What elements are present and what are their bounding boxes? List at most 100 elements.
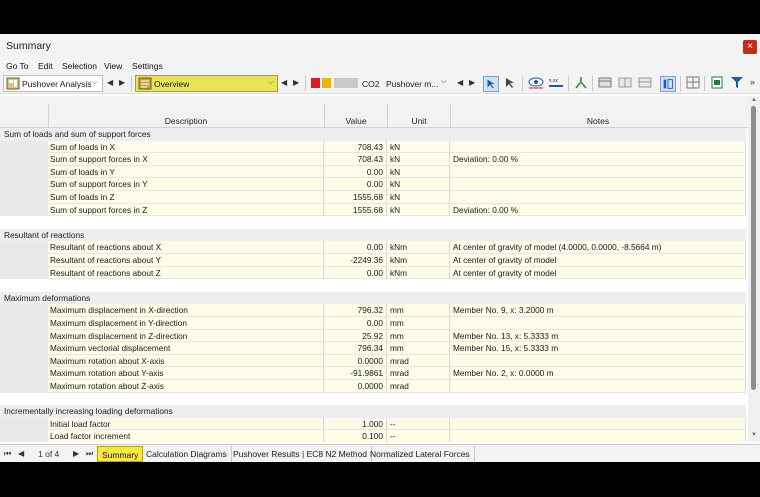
- next-arrow-icon[interactable]: ▶: [469, 78, 475, 87]
- description-cell[interactable]: Load factor increment: [48, 430, 324, 442]
- table-columns-icon[interactable]: [598, 76, 612, 89]
- value-cell[interactable]: -2249.36: [324, 254, 387, 267]
- pick-object-icon[interactable]: [503, 76, 517, 89]
- filter-icon[interactable]: [730, 76, 744, 89]
- notes-cell[interactable]: [450, 354, 746, 368]
- prev-arrow-icon[interactable]: ◀: [281, 78, 287, 87]
- unit-cell[interactable]: kN: [387, 203, 450, 217]
- header-description[interactable]: Description: [48, 116, 324, 126]
- unit-cell[interactable]: mm: [387, 304, 450, 317]
- table-insert-icon[interactable]: [618, 76, 632, 89]
- tab-pushover-results-ec8-n2-method[interactable]: Pushover Results | EC8 N2 Method: [229, 446, 373, 462]
- notes-cell[interactable]: At center of gravity of model (4.0000, 0…: [450, 241, 746, 254]
- more-icon[interactable]: »: [750, 77, 755, 87]
- menu-go-to[interactable]: Go To: [6, 61, 29, 71]
- menu-settings[interactable]: Settings: [132, 61, 163, 71]
- unit-cell[interactable]: mm: [387, 342, 450, 355]
- description-cell[interactable]: Sum of support forces in Z: [48, 203, 324, 217]
- unit-cell[interactable]: mrad: [387, 367, 450, 380]
- description-cell[interactable]: Maximum rotation about X-axis: [48, 354, 324, 368]
- value-cell[interactable]: 0.00: [324, 178, 387, 191]
- scrollbar-thumb[interactable]: [751, 106, 756, 390]
- unit-cell[interactable]: kN: [387, 153, 450, 166]
- tab-calculation-diagrams[interactable]: Calculation Diagrams: [142, 446, 232, 462]
- value-cell[interactable]: 796.32: [324, 304, 387, 317]
- analysis-dropdown[interactable]: Pushover Analysis ⌵: [3, 75, 103, 92]
- notes-cell[interactable]: [450, 317, 746, 330]
- value-cell[interactable]: 1555.68: [324, 203, 387, 217]
- description-cell[interactable]: Maximum rotation about Y-axis: [48, 367, 324, 380]
- value-cell[interactable]: 0.0000: [324, 354, 387, 368]
- unit-cell[interactable]: kNm: [387, 254, 450, 267]
- unit-cell[interactable]: mrad: [387, 380, 450, 393]
- notes-cell[interactable]: [450, 430, 746, 442]
- description-cell[interactable]: Initial load factor: [48, 417, 324, 431]
- unit-cell[interactable]: mrad: [387, 354, 450, 368]
- header-value[interactable]: Value: [325, 116, 387, 126]
- value-cell[interactable]: 1.000: [324, 417, 387, 431]
- load-combination-dropdown[interactable]: CO2 Pushover m... ⌵: [309, 75, 455, 92]
- prev-page-icon[interactable]: ◀: [18, 449, 24, 458]
- scroll-up-icon[interactable]: ▲: [751, 97, 757, 103]
- value-labels-icon[interactable]: x.xx: [548, 76, 564, 89]
- description-cell[interactable]: Sum of loads in X: [48, 140, 324, 154]
- value-cell[interactable]: 25.92: [324, 329, 387, 343]
- unit-cell[interactable]: kNm: [387, 241, 450, 254]
- close-button[interactable]: ×: [743, 40, 757, 54]
- unit-cell[interactable]: kN: [387, 140, 450, 154]
- table-export-icon[interactable]: [638, 76, 652, 89]
- value-cell[interactable]: 0.00: [324, 266, 387, 280]
- notes-cell[interactable]: Member No. 15, x: 5.3333 m: [450, 342, 746, 355]
- notes-cell[interactable]: At center of gravity of model: [450, 266, 746, 280]
- value-cell[interactable]: 1555.68: [324, 191, 387, 204]
- unit-cell[interactable]: --: [387, 430, 450, 442]
- select-pointer-icon[interactable]: [483, 76, 499, 92]
- notes-cell[interactable]: [450, 380, 746, 393]
- description-cell[interactable]: Resultant of reactions about Y: [48, 254, 324, 267]
- unit-cell[interactable]: --: [387, 417, 450, 431]
- header-unit[interactable]: Unit: [388, 116, 450, 126]
- notes-cell[interactable]: Deviation: 0.00 %: [450, 153, 746, 166]
- menu-selection[interactable]: Selection: [62, 61, 97, 71]
- notes-cell[interactable]: [450, 165, 746, 179]
- description-cell[interactable]: Maximum displacement in X-direction: [48, 304, 324, 317]
- prev-arrow-icon[interactable]: ◀: [107, 78, 113, 87]
- export-excel-icon[interactable]: [710, 76, 724, 89]
- notes-cell[interactable]: Member No. 9, x: 3.2000 m: [450, 304, 746, 317]
- description-cell[interactable]: Maximum displacement in Y-direction: [48, 317, 324, 330]
- tab-summary[interactable]: Summary: [97, 446, 144, 462]
- value-cell[interactable]: 708.43: [324, 140, 387, 154]
- description-cell[interactable]: Resultant of reactions about X: [48, 241, 324, 254]
- grid-table-icon[interactable]: [686, 76, 700, 89]
- header-notes[interactable]: Notes: [451, 116, 745, 126]
- value-cell[interactable]: 0.0000: [324, 380, 387, 393]
- notes-cell[interactable]: Member No. 2, x: 0.0000 m: [450, 367, 746, 380]
- description-cell[interactable]: Resultant of reactions about Z: [48, 266, 324, 280]
- next-arrow-icon[interactable]: ▶: [293, 78, 299, 87]
- tab-normalized-lateral-forces[interactable]: Normalized Lateral Forces: [366, 446, 475, 462]
- notes-cell[interactable]: [450, 191, 746, 204]
- prev-arrow-icon[interactable]: ◀: [457, 78, 463, 87]
- notes-cell[interactable]: [450, 140, 746, 154]
- menu-edit[interactable]: Edit: [38, 61, 53, 71]
- unit-cell[interactable]: kN: [387, 165, 450, 179]
- value-cell[interactable]: 796.34: [324, 342, 387, 355]
- first-page-icon[interactable]: ⏮: [4, 449, 11, 459]
- column-layout-icon[interactable]: [660, 76, 676, 92]
- menu-view[interactable]: View: [104, 61, 122, 71]
- description-cell[interactable]: Maximum rotation about Z-axis: [48, 380, 324, 393]
- value-cell[interactable]: 708.43: [324, 153, 387, 166]
- notes-cell[interactable]: Member No. 13, x: 5.3333 m: [450, 329, 746, 343]
- structure-icon[interactable]: [574, 76, 588, 89]
- value-cell[interactable]: 0.00: [324, 165, 387, 179]
- notes-cell[interactable]: At center of gravity of model: [450, 254, 746, 267]
- description-cell[interactable]: Sum of loads in Z: [48, 191, 324, 204]
- notes-cell[interactable]: [450, 417, 746, 431]
- notes-cell[interactable]: [450, 178, 746, 191]
- unit-cell[interactable]: mm: [387, 329, 450, 343]
- next-arrow-icon[interactable]: ▶: [119, 78, 125, 87]
- unit-cell[interactable]: kNm: [387, 266, 450, 280]
- eye-visibility-icon[interactable]: [528, 76, 544, 89]
- value-cell[interactable]: 0.100: [324, 430, 387, 442]
- value-cell[interactable]: 0.00: [324, 317, 387, 330]
